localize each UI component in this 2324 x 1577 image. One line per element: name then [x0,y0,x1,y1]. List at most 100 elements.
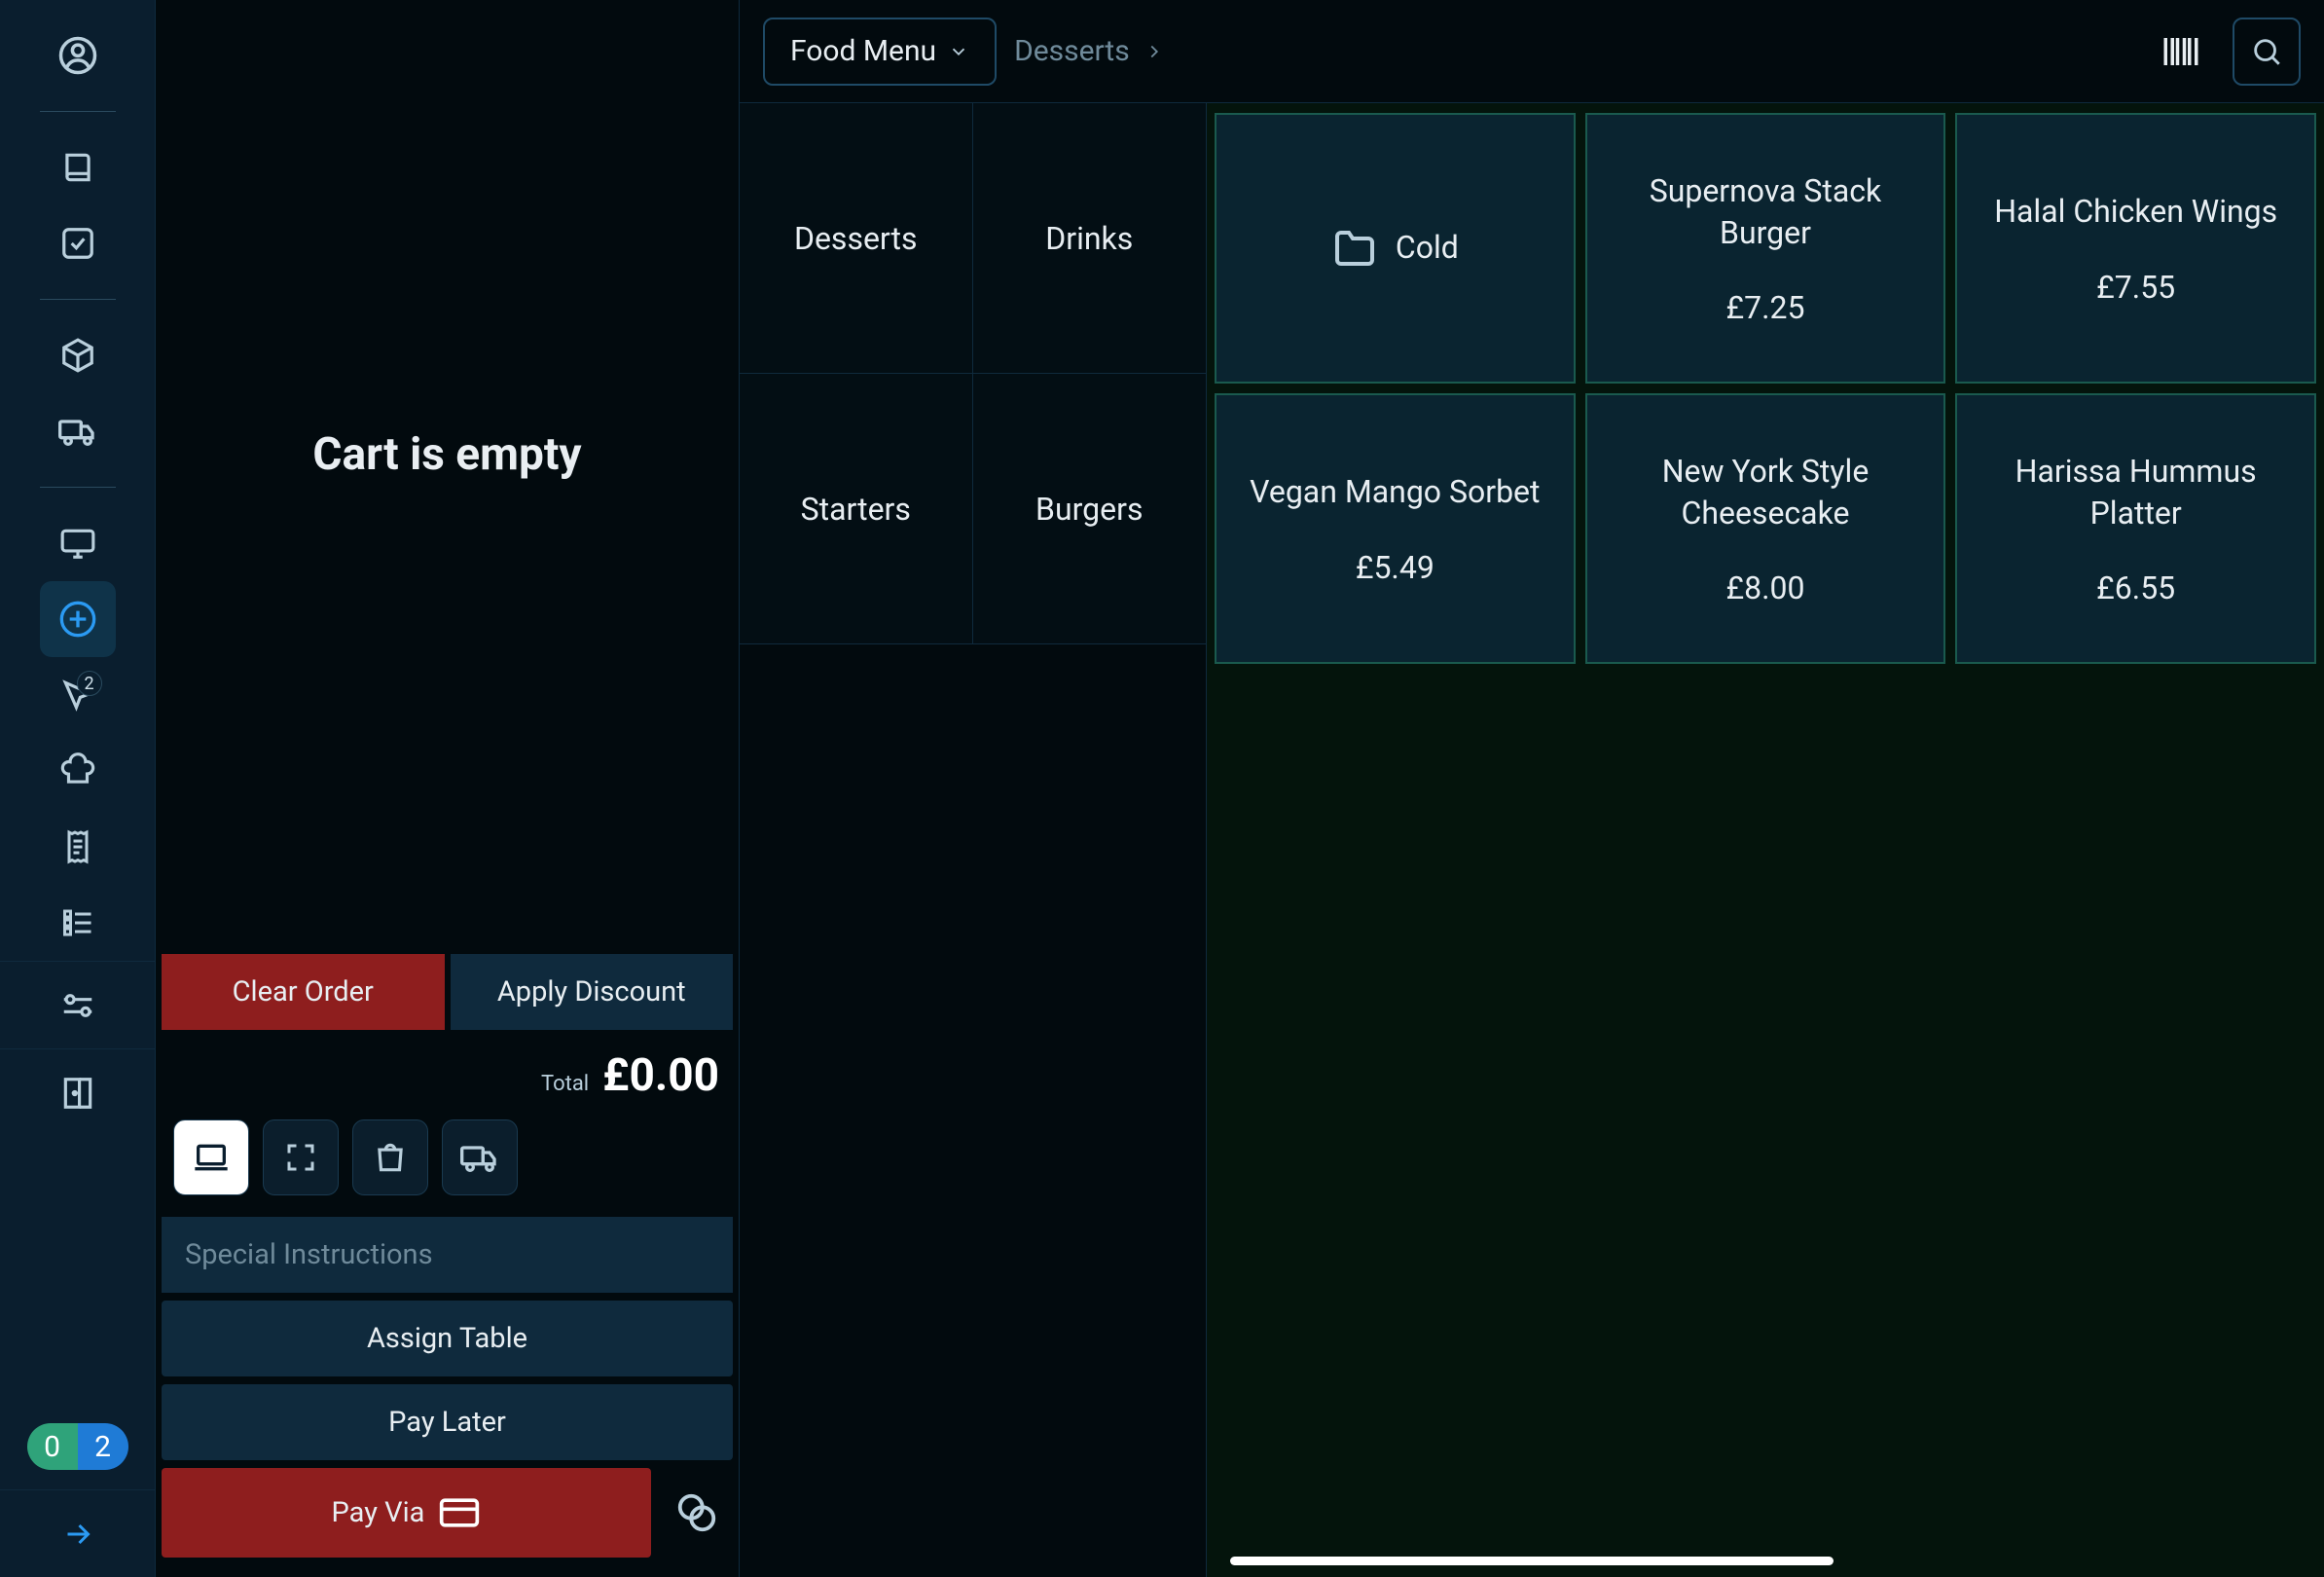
chevron-right-icon [1144,41,1165,62]
coins-icon [674,1490,719,1535]
product-tile[interactable]: Halal Chicken Wings £7.55 [1955,113,2316,384]
menu-panel: Food Menu Desserts Desserts Drinks Start… [740,0,2324,1577]
sidebar-item-profile[interactable] [40,18,116,93]
sliders-icon [59,987,96,1024]
sidebar-item-new-order[interactable] [40,581,116,657]
cart-footer: Clear Order Apply Discount Total £0.00 [156,954,739,1577]
category-tile[interactable]: Desserts [740,103,973,374]
product-name: Harissa Hummus Platter [1977,451,2295,534]
product-name: Supernova Stack Burger [1607,170,1925,254]
search-button[interactable] [2233,18,2301,86]
clear-order-button[interactable]: Clear Order [162,954,445,1030]
total-label: Total [541,1072,589,1096]
category-tile[interactable]: Drinks [973,103,1207,374]
breadcrumb[interactable]: Desserts [1014,34,1165,68]
cart-empty-message: Cart is empty [312,428,581,481]
special-instructions [162,1217,733,1293]
product-price: £7.25 [1725,289,1804,326]
cart-panel: Cart is empty Clear Order Apply Discount… [156,0,740,1577]
laptop-icon [192,1138,231,1177]
truck-icon [58,412,97,451]
status-pill-right: 2 [78,1423,128,1470]
category-tile[interactable]: Starters [740,374,973,644]
pay-later-button[interactable]: Pay Later [162,1384,733,1460]
sidebar-item-delivery[interactable] [40,393,116,469]
special-instructions-input[interactable] [162,1217,733,1293]
sidebar-item-inventory[interactable] [40,317,116,393]
barcode-icon [2161,31,2201,72]
sidebar-item-menu[interactable] [40,129,116,205]
plus-circle-icon [58,600,97,639]
folder-label: Cold [1396,227,1459,269]
product-tile[interactable]: Harissa Hummus Platter £6.55 [1955,393,2316,664]
total-amount: £0.00 [602,1049,719,1102]
product-tile[interactable]: Vegan Mango Sorbet £5.49 [1215,393,1576,664]
menu-dropdown-label: Food Menu [790,34,936,68]
door-icon [59,1075,96,1112]
status-pill-left: 0 [27,1423,78,1470]
shopping-bag-icon [372,1139,409,1176]
product-area: Cold Supernova Stack Burger £7.25 Halal … [1207,103,2324,1577]
monitor-icon [59,525,96,562]
chef-hat-icon [59,752,96,789]
product-name: Halal Chicken Wings [1994,191,2277,233]
cart-body: Cart is empty [156,0,739,954]
sidebar-item-settings[interactable] [0,961,155,1048]
apply-discount-button[interactable]: Apply Discount [451,954,734,1030]
package-icon [59,337,96,374]
expand-icon [283,1140,318,1175]
arrow-right-icon [60,1517,95,1552]
product-price: £5.49 [1356,549,1434,586]
folder-icon [1331,225,1378,272]
mode-takeaway-button[interactable] [352,1119,428,1195]
barcode-button[interactable] [2147,18,2215,86]
order-mode-row [156,1110,739,1217]
category-tile[interactable]: Burgers [973,374,1207,644]
mode-fullscreen-button[interactable] [263,1119,339,1195]
mode-delivery-button[interactable] [442,1119,518,1195]
book-icon [59,149,96,186]
product-price: £6.55 [2096,569,2175,606]
assign-table-button[interactable]: Assign Table [162,1301,733,1376]
product-name: Vegan Mango Sorbet [1250,471,1540,513]
menu-dropdown[interactable]: Food Menu [763,18,997,86]
sidebar-divider [40,111,116,112]
menu-header: Food Menu Desserts [740,0,2324,103]
card-icon [438,1491,481,1534]
pay-via-label: Pay Via [332,1496,425,1529]
sidebar-divider [40,487,116,488]
product-grid: Cold Supernova Stack Burger £7.25 Halal … [1215,113,2316,664]
user-circle-icon [57,35,98,76]
sidebar: 2 0 2 [0,0,156,1577]
sidebar-item-display[interactable] [40,505,116,581]
breadcrumb-label: Desserts [1014,34,1130,68]
sidebar-item-tasks[interactable] [40,205,116,281]
truck-icon [460,1138,499,1177]
sidebar-item-kitchen[interactable] [40,733,116,809]
list-icon [60,905,95,940]
sidebar-item-cart[interactable]: 2 [40,657,116,733]
home-indicator [1230,1557,1834,1565]
product-tile[interactable]: Supernova Stack Burger £7.25 [1585,113,1946,384]
status-pill[interactable]: 0 2 [27,1423,128,1470]
receipt-icon [60,829,95,864]
search-icon [2250,35,2283,68]
product-name: New York Style Cheesecake [1607,451,1925,534]
sidebar-item-receipts[interactable] [40,809,116,885]
mode-dinein-button[interactable] [173,1119,249,1195]
checkbox-icon [59,225,96,262]
sidebar-collapse[interactable] [0,1489,155,1577]
sidebar-item-exit[interactable] [0,1048,155,1136]
pay-via-button[interactable]: Pay Via [162,1468,651,1558]
category-grid: Desserts Drinks Starters Burgers [740,103,1207,1577]
product-tile[interactable]: New York Style Cheesecake £8.00 [1585,393,1946,664]
product-price: £7.55 [2096,269,2175,306]
sidebar-divider [40,299,116,300]
cart-total: Total £0.00 [156,1036,739,1110]
product-folder-tile[interactable]: Cold [1215,113,1576,384]
cart-badge: 2 [77,671,102,696]
product-price: £8.00 [1725,569,1804,606]
menu-body: Desserts Drinks Starters Burgers Cold Su… [740,103,2324,1577]
cash-button[interactable] [661,1468,733,1558]
sidebar-item-list[interactable] [40,885,116,961]
